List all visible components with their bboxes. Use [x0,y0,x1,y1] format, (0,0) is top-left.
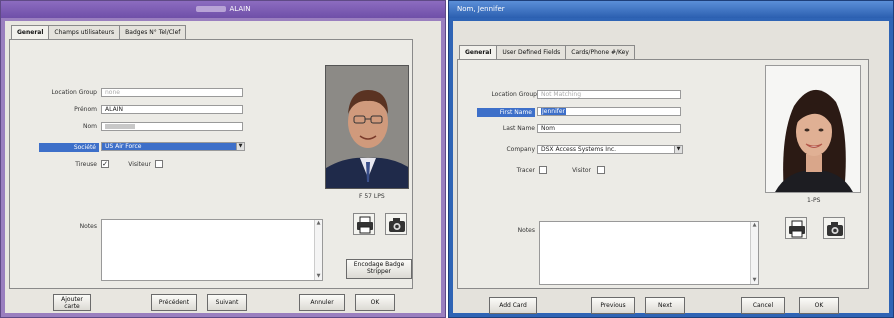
printer-icon [357,216,373,234]
visitor-label: Visitor [572,167,591,174]
scroll-down-icon[interactable]: ▼ [751,277,758,284]
location-group-label-r: Location Group [491,91,537,98]
societe-label: Société [39,143,99,152]
company-combo[interactable]: DSX Access Systems Inc. ▼ [537,145,683,154]
previous-button[interactable]: Précédent [151,294,197,311]
tracer-checkbox[interactable] [539,166,547,174]
tab-badges[interactable]: Badges N° Tel/Clef [119,25,187,39]
printer-icon [789,220,805,238]
tab-general[interactable]: General [11,25,50,40]
societe-value: US Air Force [105,143,142,150]
next-button-r[interactable]: Next [645,297,685,314]
societe-combo[interactable]: US Air Force ▼ [101,142,245,151]
first-name-label: First Name [477,108,535,117]
right-tab-strip: General User Defined Fields Cards/Phone … [459,45,635,60]
notes-textarea[interactable]: ▲ ▼ [101,219,323,281]
tireuse-checkbox[interactable]: ✓ [101,160,109,168]
camera-icon [827,222,843,236]
next-button[interactable]: Suivant [207,294,247,311]
location-group-field[interactable]: none [101,88,243,97]
cancel-button[interactable]: Annuler [299,294,345,311]
notes-label: Notes [79,223,97,230]
last-name-field[interactable]: Nom [537,124,681,133]
left-person-window: ALAIN General Champs utilisateurs Badges… [0,0,446,318]
capture-photo-button[interactable] [385,213,407,235]
encode-badge-button[interactable]: Encodage Badge Stripper [346,259,412,279]
company-value: DSX Access Systems Inc. [541,146,617,153]
prenom-label: Prénom [74,106,97,113]
redacted-name [195,6,226,12]
camera-icon [389,218,405,232]
add-card-button[interactable]: Ajouter carte [53,294,91,311]
location-group-label: Location Group [51,89,97,96]
right-person-window: Nom, Jennifer General User Defined Field… [448,0,894,318]
previous-button-r[interactable]: Previous [591,297,635,314]
tab-general-r[interactable]: General [459,45,498,60]
ok-button-r[interactable]: OK [799,297,839,314]
left-tab-strip: General Champs utilisateurs Badges N° Te… [11,25,187,40]
nom-field[interactable] [101,122,243,131]
print-badge-button[interactable] [353,213,375,235]
company-label: Company [506,146,535,153]
tab-user-fields[interactable]: Champs utilisateurs [48,25,121,39]
combo-arrow-icon[interactable]: ▼ [674,146,682,153]
add-card-button-r[interactable]: Add Card [489,297,537,314]
visitor-checkbox[interactable] [597,166,605,174]
capture-photo-button-r[interactable] [823,217,845,239]
right-window-title: Nom, Jennifer [457,5,505,13]
notes-label-r: Notes [517,227,535,234]
notes-scrollbar-r[interactable]: ▲ ▼ [750,222,758,284]
left-title-bar: ALAIN [1,1,445,18]
visiteur-label: Visiteur [128,161,151,168]
scroll-up-icon[interactable]: ▲ [315,220,322,227]
tab-cards-phone-key[interactable]: Cards/Phone #/Key [565,45,635,59]
notes-scrollbar[interactable]: ▲ ▼ [314,220,322,280]
right-title-bar: Nom, Jennifer [449,1,893,18]
left-window-title: ALAIN [229,5,251,13]
location-group-field-r[interactable]: Not Matching [537,90,681,99]
first-name-value: Jennifer [541,108,567,115]
visiteur-checkbox[interactable] [155,160,163,168]
tracer-label: Tracer [516,167,535,174]
scroll-up-icon[interactable]: ▲ [751,222,758,229]
first-name-field[interactable]: Jennifer [537,107,681,116]
nom-label: Nom [82,123,97,130]
combo-arrow-icon[interactable]: ▼ [236,143,244,150]
woman-portrait [766,66,860,192]
cancel-button-r[interactable]: Cancel [741,297,785,314]
prenom-field[interactable]: ALAIN [101,105,243,114]
man-portrait [326,66,408,188]
ok-button[interactable]: OK [355,294,395,311]
print-badge-button-r[interactable] [785,217,807,239]
photo-caption: F 57 LPS [359,193,385,200]
tireuse-label: Tireuse [75,161,97,168]
photo-caption-r: 1-PS [807,197,821,204]
notes-textarea-r[interactable]: ▲ ▼ [539,221,759,285]
last-name-label: Last Name [502,125,535,132]
scroll-down-icon[interactable]: ▼ [315,273,322,280]
redacted-nom [105,124,135,129]
person-photo [325,65,409,189]
tab-user-defined[interactable]: User Defined Fields [496,45,567,59]
person-photo-r [765,65,861,193]
